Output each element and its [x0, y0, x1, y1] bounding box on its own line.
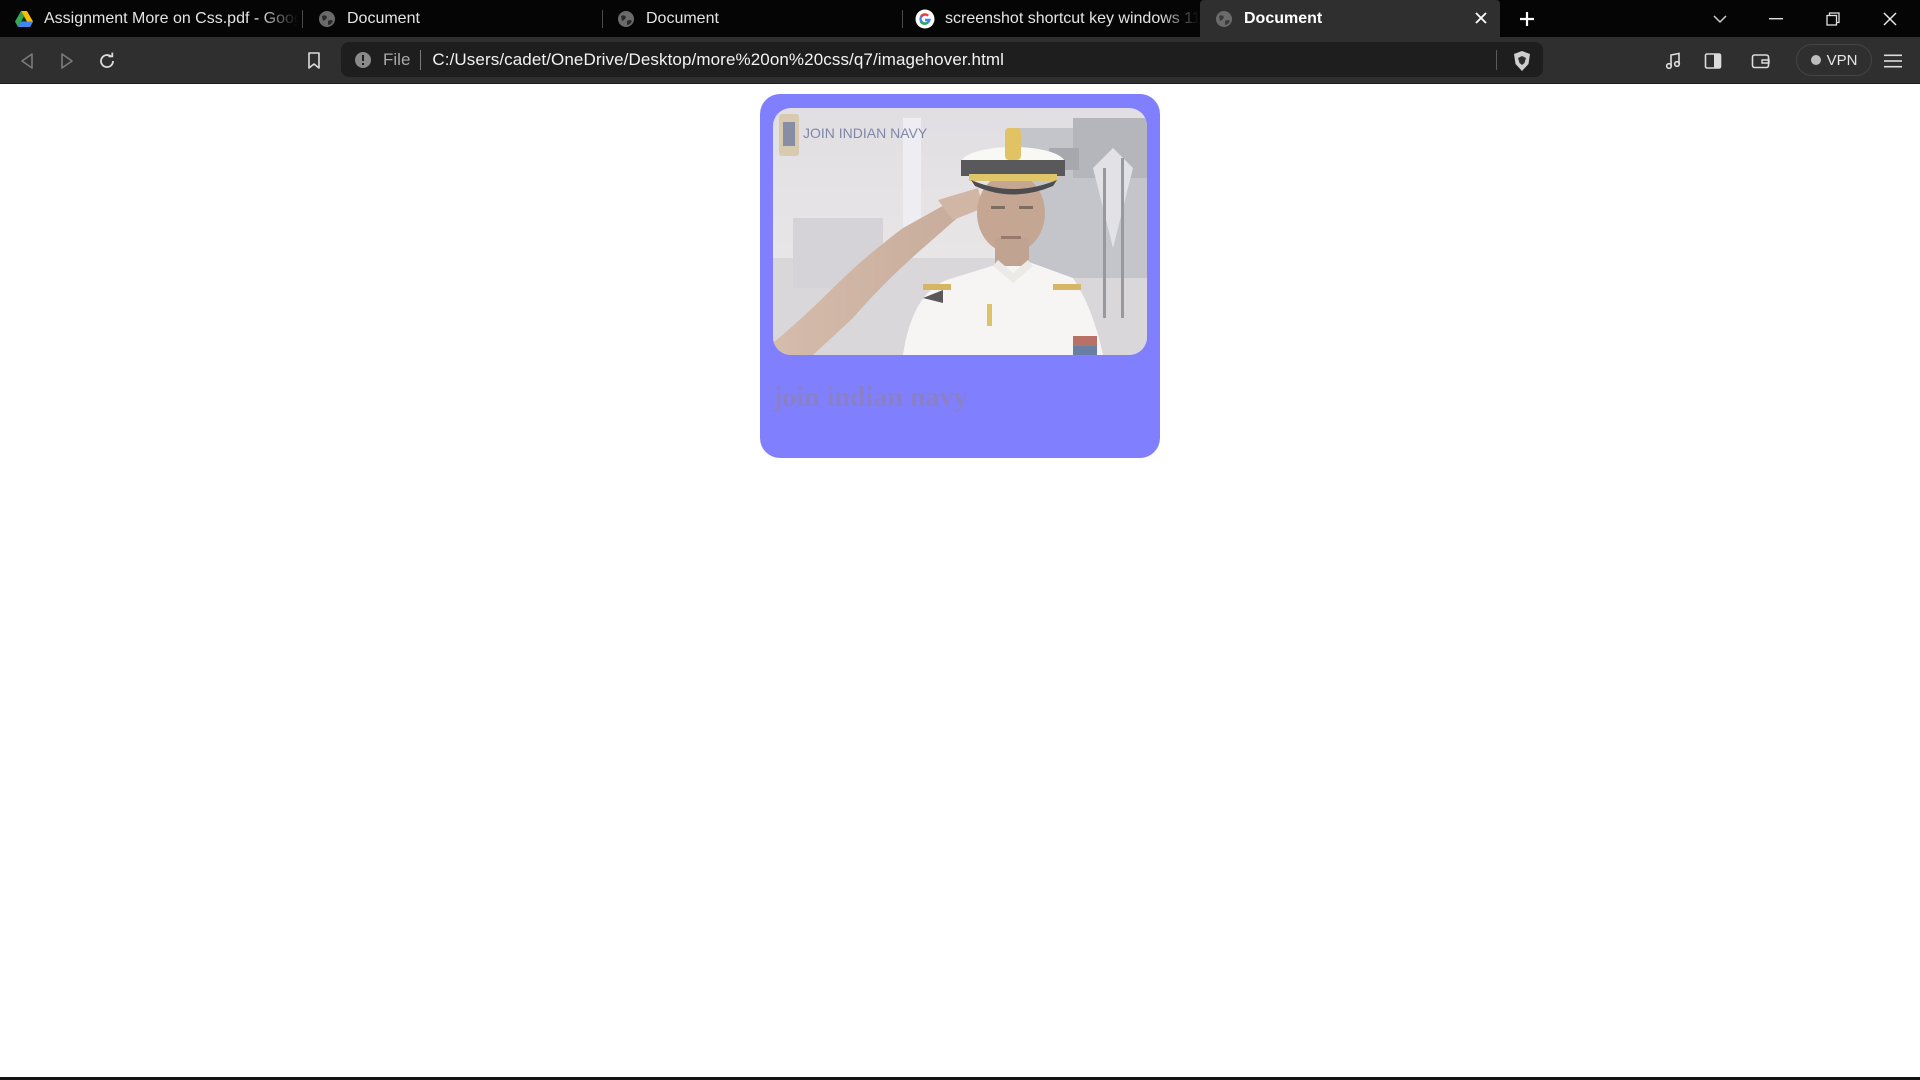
tab-label: screenshot shortcut key windows 11 in	[945, 9, 1199, 27]
vpn-status-icon	[1810, 55, 1821, 65]
new-tab-button[interactable]	[1513, 5, 1541, 33]
url-text[interactable]: C:/Users/cadet/OneDrive/Desktop/more%20o…	[432, 50, 1004, 70]
google-icon	[915, 9, 935, 29]
tab-google-drive[interactable]: Assignment More on Css.pdf - Google Driv…	[0, 0, 298, 37]
tab-document-active[interactable]: Document	[1200, 0, 1500, 37]
google-drive-icon	[14, 9, 34, 29]
wallet-icon[interactable]	[1746, 46, 1776, 76]
back-button[interactable]	[12, 46, 42, 76]
media-icon[interactable]	[1658, 46, 1688, 76]
tab-strip: Assignment More on Css.pdf - Google Driv…	[0, 0, 1920, 37]
brave-shields-icon[interactable]	[1507, 46, 1537, 76]
vpn-button[interactable]: VPN	[1796, 44, 1872, 76]
browser-toolbar: File C:/Users/cadet/OneDrive/Desktop/mor…	[0, 37, 1920, 84]
info-icon[interactable]	[353, 50, 373, 70]
tab-document-1[interactable]: Document	[303, 0, 601, 37]
menu-icon[interactable]	[1878, 46, 1908, 76]
card-title: join indian navy	[773, 382, 968, 413]
tab-document-2[interactable]: Document	[602, 0, 900, 37]
forward-button[interactable]	[52, 46, 82, 76]
minimize-button[interactable]	[1748, 0, 1804, 37]
url-scheme-label: File	[383, 49, 411, 69]
tab-label: Document	[347, 9, 420, 27]
tab-search-button[interactable]	[1692, 0, 1748, 37]
shield-separator	[1496, 50, 1497, 70]
sidebar-icon[interactable]	[1698, 46, 1728, 76]
close-icon[interactable]	[1472, 9, 1490, 27]
tab-google-search[interactable]: screenshot shortcut key windows 11 in	[901, 0, 1199, 37]
globe-icon	[317, 9, 337, 29]
reload-button[interactable]	[92, 46, 122, 76]
globe-icon	[616, 9, 636, 29]
card-image: JOIN INDIAN NAVY	[773, 108, 1147, 355]
globe-icon	[1214, 9, 1234, 29]
close-window-button[interactable]	[1862, 0, 1918, 37]
tab-label: Document	[1244, 9, 1323, 27]
navy-card[interactable]: JOIN INDIAN NAVY join indian navy	[760, 94, 1160, 458]
tab-label: Assignment More on Css.pdf - Google Driv…	[44, 9, 298, 27]
vpn-label: VPN	[1826, 51, 1858, 69]
tab-label: Document	[646, 9, 719, 27]
url-divider	[420, 49, 422, 70]
bookmark-button[interactable]	[299, 46, 329, 76]
restore-button[interactable]	[1805, 0, 1861, 37]
address-bar[interactable]: File C:/Users/cadet/OneDrive/Desktop/mor…	[341, 42, 1543, 77]
